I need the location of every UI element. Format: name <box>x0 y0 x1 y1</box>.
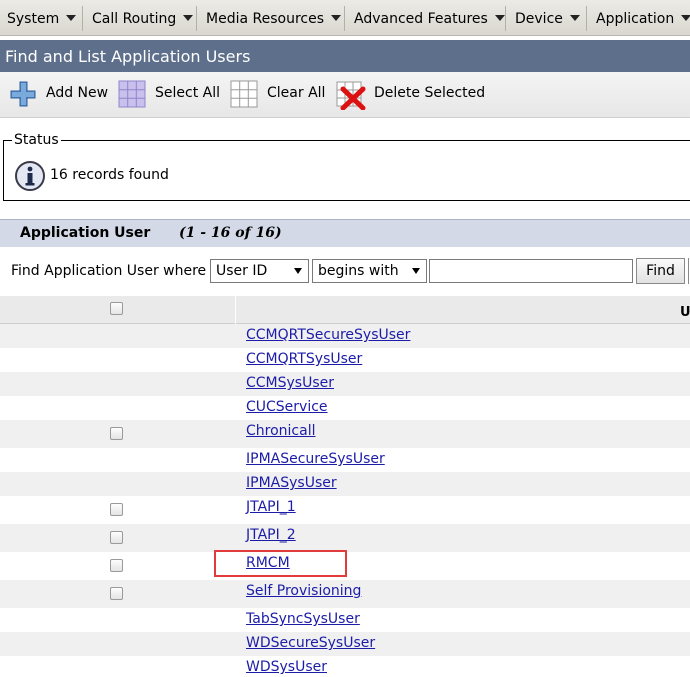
chevron-down-icon <box>569 15 580 21</box>
table-row: CCMQRTSysUser <box>0 348 690 372</box>
row-checkbox[interactable] <box>110 427 123 440</box>
user-id-column-header[interactable]: U <box>680 305 690 320</box>
table-row: WDSecureSysUser <box>0 632 690 656</box>
select-all-button[interactable]: Select All <box>116 72 222 118</box>
row-checkbox[interactable] <box>110 531 123 544</box>
user-link[interactable]: IPMASysUser <box>246 475 337 491</box>
menu-media-resources-label: Media Resources <box>206 11 324 27</box>
search-field-select[interactable]: User ID <box>210 259 309 283</box>
menu-bar: System Call Routing Media Resources Adva… <box>0 0 690 36</box>
delete-icon <box>336 81 366 110</box>
menu-device[interactable]: Device <box>515 11 580 27</box>
table-row: Self Provisioning <box>0 580 690 608</box>
user-link[interactable]: JTAPI_2 <box>246 527 296 543</box>
menu-separator <box>586 6 587 31</box>
dropdown-arrow-icon <box>294 268 302 274</box>
menu-system[interactable]: System <box>7 11 77 27</box>
user-link[interactable]: CCMQRTSecureSysUser <box>246 327 410 343</box>
table-row: CCMSysUser <box>0 372 690 396</box>
menu-application-label: Application <box>596 11 675 27</box>
search-field-value: User ID <box>216 263 268 279</box>
chevron-down-icon <box>331 15 341 21</box>
delete-selected-label: Delete Selected <box>374 85 486 101</box>
user-link[interactable]: CCMSysUser <box>246 375 334 391</box>
status-legend: Status <box>12 132 61 148</box>
menu-separator <box>344 6 345 31</box>
user-link[interactable]: Chronicall <box>246 423 315 439</box>
user-link[interactable]: IPMASecureSysUser <box>246 451 385 467</box>
table-row: IPMASysUser <box>0 472 690 496</box>
table-row: JTAPI_1 <box>0 496 690 524</box>
chevron-down-icon <box>681 15 690 21</box>
page-title: Find and List Application Users <box>5 47 251 66</box>
add-new-button[interactable]: Add New <box>0 72 110 118</box>
section-title: Application User <box>20 225 151 241</box>
menu-media-resources[interactable]: Media Resources <box>206 11 341 27</box>
table-row: TabSyncSysUser <box>0 608 690 632</box>
user-link[interactable]: CCMQRTSysUser <box>246 351 362 367</box>
toolbar: Add New Select All Clear All Delete Sele… <box>0 72 690 118</box>
find-button[interactable]: Find <box>636 258 685 284</box>
user-link[interactable]: CUCService <box>246 399 328 415</box>
user-link[interactable]: WDSysUser <box>246 659 327 675</box>
section-header: Application User (1 - 16 of 16) <box>0 219 690 247</box>
clear-all-label: Clear All <box>267 85 326 101</box>
search-operator-value: begins with <box>318 263 399 279</box>
menu-device-label: Device <box>515 11 563 27</box>
menu-call-routing[interactable]: Call Routing <box>92 11 194 27</box>
row-checkbox[interactable] <box>110 559 123 572</box>
table-row: CCMQRTSecureSysUser <box>0 324 690 348</box>
status-box: Status 16 records found <box>3 132 690 201</box>
user-link[interactable]: Self Provisioning <box>246 583 361 599</box>
table-row: Chronicall <box>0 420 690 448</box>
search-lead-label: Find Application User where <box>11 263 207 279</box>
record-range: (1 - 16 of 16) <box>179 225 282 241</box>
menu-advanced-features[interactable]: Advanced Features <box>354 11 505 27</box>
chevron-down-icon <box>494 15 505 21</box>
user-link[interactable]: TabSyncSysUser <box>246 611 360 627</box>
select-all-label: Select All <box>155 85 220 101</box>
search-operator-select[interactable]: begins with <box>312 259 427 283</box>
chevron-down-icon <box>66 15 77 21</box>
table-row: JTAPI_2 <box>0 524 690 552</box>
info-icon <box>15 161 45 191</box>
row-checkbox[interactable] <box>110 587 123 600</box>
add-new-label: Add New <box>46 85 109 101</box>
menu-application[interactable]: Application <box>596 11 690 27</box>
menu-advanced-features-label: Advanced Features <box>354 11 488 27</box>
select-all-checkbox[interactable] <box>110 302 123 315</box>
menu-separator <box>505 6 506 31</box>
column-divider <box>235 296 236 324</box>
menu-call-routing-label: Call Routing <box>92 11 177 27</box>
table-row: IPMASecureSysUser <box>0 448 690 472</box>
search-input[interactable] <box>429 259 633 283</box>
delete-selected-button[interactable]: Delete Selected <box>334 72 486 118</box>
clear-all-grid-icon <box>230 80 258 108</box>
chevron-down-icon <box>183 15 194 21</box>
page-title-bar: Find and List Application Users <box>0 40 690 72</box>
clear-all-button[interactable]: Clear All <box>228 72 326 118</box>
menu-separator <box>82 6 83 31</box>
menu-separator <box>196 6 197 31</box>
search-row: Find Application User where User ID begi… <box>0 254 690 288</box>
menu-system-label: System <box>7 11 60 27</box>
status-message: 16 records found <box>50 167 169 183</box>
dropdown-arrow-icon <box>412 268 420 274</box>
user-link[interactable]: WDSecureSysUser <box>246 635 375 651</box>
highlight-box <box>214 550 347 577</box>
table-header: U <box>0 296 690 324</box>
select-all-grid-icon <box>118 80 146 108</box>
table-row: CUCService <box>0 396 690 420</box>
add-icon <box>10 81 36 107</box>
table-row: WDSysUser <box>0 656 690 677</box>
row-checkbox[interactable] <box>110 503 123 516</box>
user-link[interactable]: JTAPI_1 <box>246 499 296 515</box>
